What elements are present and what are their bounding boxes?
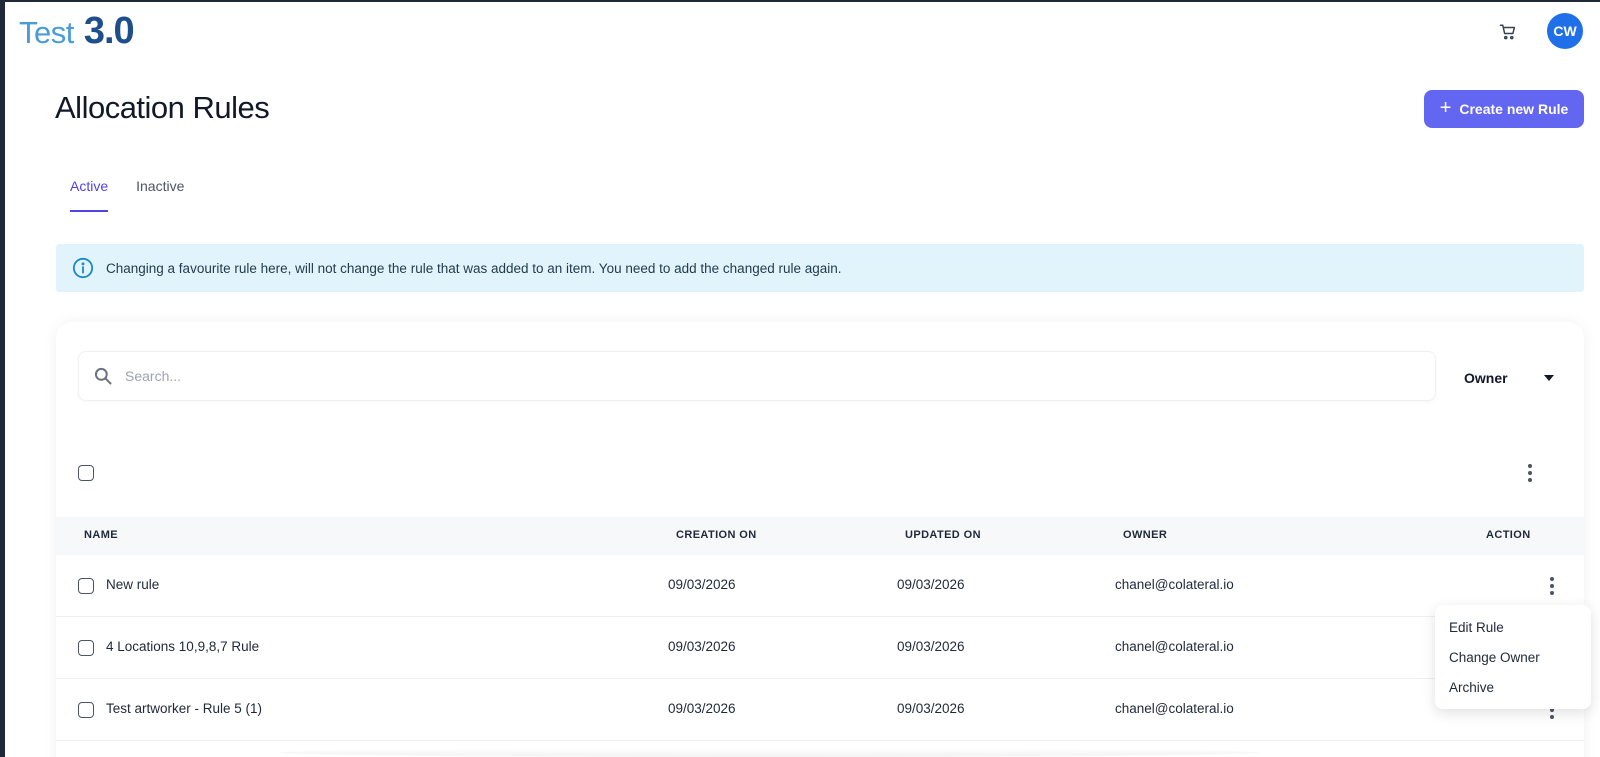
kebab-dot bbox=[1550, 591, 1554, 595]
app-logo[interactable]: Test 3.0 bbox=[19, 10, 135, 54]
owner-email: chanel@colateral.io bbox=[1115, 577, 1234, 592]
kebab-dot bbox=[1550, 584, 1554, 588]
rule-name: Test artworker - Rule 5 (1) bbox=[106, 701, 263, 716]
bottom-shadow bbox=[280, 748, 1260, 757]
caret-down-icon bbox=[1544, 375, 1554, 381]
kebab-dot bbox=[1550, 715, 1554, 719]
logo-version: 3.0 bbox=[83, 10, 135, 52]
creation-date: 09/03/2026 bbox=[668, 639, 736, 654]
kebab-dot bbox=[1528, 478, 1532, 482]
search-box bbox=[78, 351, 1436, 401]
owner-email: chanel@colateral.io bbox=[1115, 639, 1234, 654]
updated-date: 09/03/2026 bbox=[897, 577, 965, 592]
kebab-dot bbox=[1528, 471, 1532, 475]
column-header-updated[interactable]: UPDATED ON bbox=[905, 529, 981, 541]
search-icon bbox=[94, 367, 112, 385]
info-banner: Changing a favourite rule here, will not… bbox=[56, 244, 1584, 292]
info-icon bbox=[72, 257, 94, 279]
rule-name: 4 Locations 10,9,8,7 Rule bbox=[106, 639, 260, 654]
user-avatar[interactable]: CW bbox=[1547, 13, 1583, 49]
info-banner-text: Changing a favourite rule here, will not… bbox=[106, 260, 842, 276]
table-row[interactable]: New rule 09/03/2026 09/03/2026 chanel@co… bbox=[56, 555, 1584, 617]
row-checkbox[interactable] bbox=[78, 640, 94, 656]
plus-icon: + bbox=[1439, 97, 1452, 119]
search-input[interactable] bbox=[125, 368, 1325, 384]
creation-date: 09/03/2026 bbox=[668, 577, 736, 592]
rule-name: New rule bbox=[106, 577, 160, 592]
menu-item-change-owner[interactable]: Change Owner bbox=[1435, 643, 1591, 673]
updated-date: 09/03/2026 bbox=[897, 639, 965, 654]
table-row[interactable]: Test artworker - Rule 5 (1) 09/03/2026 0… bbox=[56, 679, 1584, 741]
tab-inactive[interactable]: Inactive bbox=[136, 178, 184, 212]
tab-active[interactable]: Active bbox=[70, 178, 109, 212]
table-row[interactable]: 4 Locations 10,9,8,7 Rule 09/03/2026 09/… bbox=[56, 617, 1584, 679]
row-checkbox[interactable] bbox=[78, 578, 94, 594]
row-checkbox[interactable] bbox=[78, 702, 94, 718]
kebab-dot bbox=[1550, 577, 1554, 581]
column-header-action: ACTION bbox=[1486, 529, 1531, 541]
create-new-rule-label: Create new Rule bbox=[1459, 101, 1569, 117]
column-header-creation[interactable]: CREATION ON bbox=[676, 529, 757, 541]
cart-icon bbox=[1499, 24, 1516, 40]
owner-filter-label: Owner bbox=[1464, 370, 1508, 386]
window-edge-left bbox=[0, 0, 5, 757]
page-title: Allocation Rules bbox=[55, 90, 270, 125]
table-header: NAME CREATION ON UPDATED ON OWNER ACTION bbox=[56, 517, 1584, 555]
logo-text: Test bbox=[19, 15, 74, 50]
bulk-actions-menu-button[interactable] bbox=[1518, 461, 1542, 485]
create-new-rule-button[interactable]: + Create new Rule bbox=[1424, 90, 1584, 128]
row-action-menu: Edit Rule Change Owner Archive bbox=[1435, 605, 1591, 709]
owner-filter-dropdown[interactable]: Owner bbox=[1464, 366, 1554, 390]
cart-button[interactable] bbox=[1496, 20, 1520, 44]
rule-status-tabs: Active Inactive bbox=[70, 178, 184, 212]
select-all-checkbox[interactable] bbox=[78, 465, 94, 481]
updated-date: 09/03/2026 bbox=[897, 701, 965, 716]
kebab-dot bbox=[1528, 464, 1532, 468]
window-edge-top bbox=[0, 0, 1600, 2]
owner-email: chanel@colateral.io bbox=[1115, 701, 1234, 716]
menu-item-archive[interactable]: Archive bbox=[1435, 673, 1591, 703]
creation-date: 09/03/2026 bbox=[668, 701, 736, 716]
menu-item-edit-rule[interactable]: Edit Rule bbox=[1435, 613, 1591, 643]
column-header-name[interactable]: NAME bbox=[84, 529, 118, 541]
row-action-menu-button[interactable] bbox=[1540, 574, 1564, 598]
column-header-owner[interactable]: OWNER bbox=[1123, 529, 1167, 541]
